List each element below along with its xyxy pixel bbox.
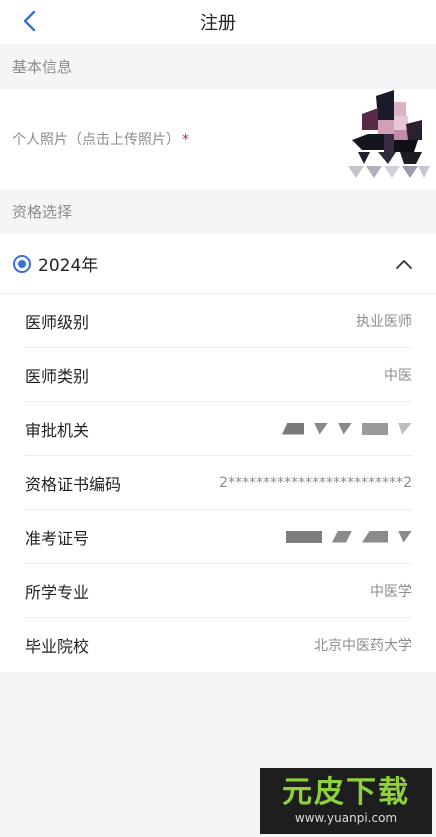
field-graduate-school[interactable]: 毕业院校 北京中医药大学 [25,618,412,672]
year-selector-row[interactable]: 2024年 [0,234,436,294]
masked-value [282,422,412,435]
field-name: 资格证书编码 [25,474,122,494]
chevron-left-icon [23,10,36,32]
photo-label: 个人照片（点击上传照片） [12,132,180,148]
field-doctor-level[interactable]: 医师级别 执业医师 [25,294,412,348]
watermark-title: 元皮下载 [282,775,410,810]
field-value: 执业医师 [356,313,412,330]
field-admission-ticket[interactable]: 准考证号 [25,510,412,564]
required-mark: * [182,132,189,148]
photo-upload-row[interactable]: 个人照片（点击上传照片） * [0,89,436,189]
field-name: 审批机关 [25,420,90,440]
photo-label-wrap: 个人照片（点击上传照片） * [12,129,189,149]
collapse-toggle[interactable] [394,254,414,274]
watermark-logo: 元皮下载 www.yuanpi.com [260,768,432,834]
qualification-fields: 医师级别 执业医师 医师类别 中医 审批机关 资格证书编码 2*********… [0,294,436,672]
photo-thumbnail[interactable] [348,90,430,188]
field-name: 医师类别 [25,366,90,386]
field-value: 2*************************2 [219,474,412,491]
chevron-up-icon [396,259,412,269]
section-qualification: 资格选择 [0,189,436,234]
field-name: 所学专业 [25,582,90,602]
field-value: 北京中医药大学 [314,638,412,654]
field-certificate-code[interactable]: 资格证书编码 2*************************2 [25,456,412,510]
year-radio[interactable] [13,254,31,273]
field-value: 中医学 [370,583,412,600]
watermark-url: www.yuanpi.com [294,811,398,825]
nav-bar: 注册 [0,0,436,44]
back-button[interactable] [14,6,44,36]
field-major[interactable]: 所学专业 中医学 [25,564,412,618]
field-name: 医师级别 [25,312,90,332]
field-doctor-category[interactable]: 医师类别 中医 [25,348,412,402]
field-name: 毕业院校 [25,637,90,656]
field-name: 准考证号 [25,528,90,548]
section-basic-info: 基本信息 [0,44,436,89]
masked-value [286,530,412,543]
field-approval-authority[interactable]: 审批机关 [25,402,412,456]
field-value: 中医 [384,367,412,384]
page-title: 注册 [200,13,236,34]
year-label: 2024年 [38,256,99,276]
radio-dot [18,259,26,268]
